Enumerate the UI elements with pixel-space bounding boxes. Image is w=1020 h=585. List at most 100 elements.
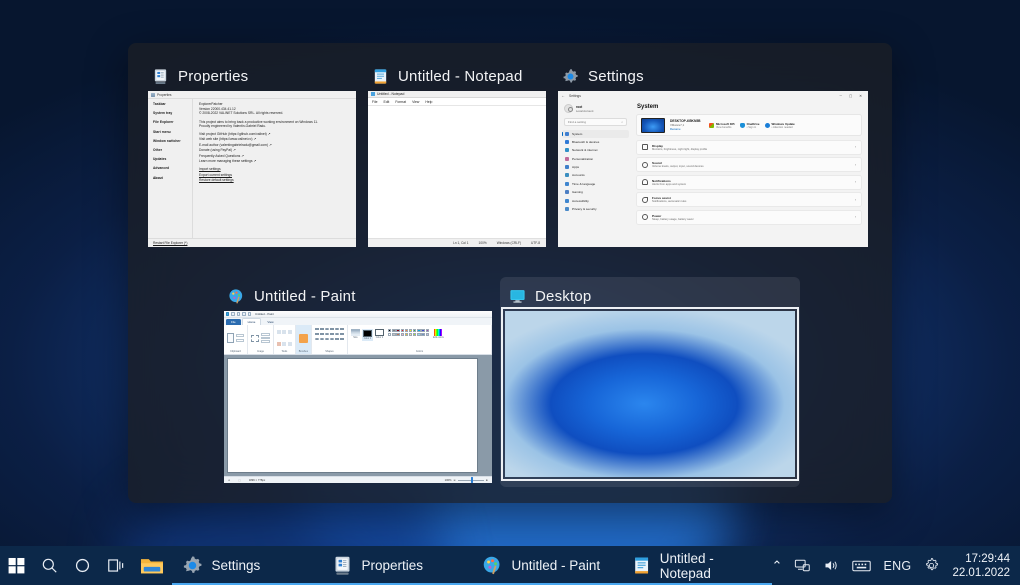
color-picker-tool[interactable]: [282, 342, 286, 346]
palette-swatch[interactable]: [396, 329, 399, 332]
gear-icon[interactable]: [923, 557, 940, 574]
fill-tool[interactable]: [282, 330, 286, 334]
sidebar-item-privacy-security[interactable]: Privacy & security: [562, 205, 629, 213]
shape-rounded-rect[interactable]: [335, 328, 339, 330]
settings-card-sound[interactable]: Sound Volume levels, output, input, soun…: [636, 157, 862, 172]
color-palette[interactable]: [388, 329, 429, 337]
palette-swatch[interactable]: [388, 333, 391, 336]
shape-more[interactable]: [340, 338, 344, 340]
palette-swatch[interactable]: [426, 329, 429, 332]
system-tray[interactable]: ⌃ ENG 17:29:44 22.01.2022: [772, 546, 1020, 585]
switcher-tile-notepad[interactable]: Untitled - Notepad Untitled - Notepad Fi…: [368, 61, 546, 247]
settings-window-preview[interactable]: ← Settings ─ ▢ ✕ root Local: [558, 91, 868, 247]
properties-nav-file-explorer[interactable]: File Explorer: [153, 120, 192, 124]
switcher-tile-desktop[interactable]: Desktop: [500, 277, 800, 487]
palette-swatch[interactable]: [421, 329, 424, 332]
save-icon[interactable]: [231, 312, 234, 315]
brushes-control[interactable]: [299, 327, 308, 350]
volume-icon[interactable]: [823, 558, 840, 573]
palette-swatch[interactable]: [401, 333, 404, 336]
palette-swatch[interactable]: [417, 329, 420, 332]
shape-star[interactable]: [315, 338, 319, 340]
ribbon-group-colors[interactable]: Size Color 1 Color 2: [348, 325, 492, 354]
shape-rect[interactable]: [330, 328, 334, 330]
language-indicator[interactable]: ENG: [883, 559, 911, 573]
link-learn-more[interactable]: Learn more managing these settings ↗: [199, 159, 350, 164]
zoom-slider[interactable]: [458, 480, 484, 481]
palette-swatch[interactable]: [417, 333, 420, 336]
shape-callout[interactable]: [320, 338, 324, 340]
shape-oval[interactable]: [325, 328, 329, 330]
ribbon-group-brushes[interactable]: Brushes: [296, 325, 312, 354]
magnifier-tool[interactable]: [288, 342, 292, 346]
crop-button[interactable]: [261, 333, 270, 336]
shape-heart[interactable]: [325, 338, 329, 340]
resize-button[interactable]: [261, 337, 270, 340]
paint-canvas-area[interactable]: [224, 355, 492, 477]
image-controls[interactable]: [251, 327, 270, 350]
color2-swatch[interactable]: [375, 329, 384, 336]
ribbon-group-image[interactable]: Image: [248, 325, 274, 354]
switcher-tile-settings[interactable]: Settings ← Settings ─ ▢ ✕: [558, 61, 868, 247]
paint-quick-access-toolbar[interactable]: Untitled - Paint: [224, 311, 492, 318]
taskbar-item-file-explorer[interactable]: [132, 546, 172, 585]
badge-windows-update[interactable]: Windows Update • Attention needed: [765, 122, 795, 129]
start-button[interactable]: [0, 546, 33, 585]
properties-nav[interactable]: Taskbar System tray File Explorer Start …: [148, 99, 193, 238]
brushes-button[interactable]: [299, 334, 308, 343]
settings-nav[interactable]: System Bluetooth & devices Network & int…: [562, 130, 629, 214]
shape-triangle[interactable]: [315, 333, 319, 335]
badge-onedrive[interactable]: OneDrive • Sign in: [740, 122, 760, 129]
palette-swatch[interactable]: [405, 333, 408, 336]
copy-button[interactable]: [236, 339, 244, 342]
palette-swatch[interactable]: [421, 333, 424, 336]
eraser-tool[interactable]: [277, 342, 281, 346]
switcher-tile-paint[interactable]: Untitled - Paint Untitled - Paint File H…: [224, 281, 492, 483]
zoom-in-button[interactable]: ⊕: [486, 478, 488, 482]
colors-controls[interactable]: Size Color 1 Color 2: [351, 327, 444, 350]
user-account[interactable]: root Local Account: [564, 104, 629, 113]
action-restore-defaults[interactable]: Restore default settings: [199, 178, 350, 183]
zoom-control[interactable]: 100% ⊖ ⊕: [445, 478, 488, 482]
select-button[interactable]: [251, 335, 259, 342]
shape-curve[interactable]: [320, 328, 324, 330]
tab-home[interactable]: Home: [242, 318, 262, 325]
pencil-tool[interactable]: [277, 330, 281, 334]
zoom-out-button[interactable]: ⊖: [453, 478, 455, 482]
keyboard-icon[interactable]: [852, 559, 871, 573]
ribbon-group-shapes[interactable]: Shapes: [312, 325, 348, 354]
taskbar-item-settings[interactable]: Settings: [172, 546, 322, 585]
palette-swatch[interactable]: [405, 329, 408, 332]
sidebar-item-accessibility[interactable]: Accessibility: [562, 197, 629, 205]
palette-swatch[interactable]: [388, 329, 391, 332]
sidebar-item-time-language[interactable]: Time & language: [562, 180, 629, 188]
paste-button[interactable]: [227, 333, 234, 343]
color1-swatch[interactable]: [363, 330, 372, 337]
window-controls[interactable]: ─ ▢ ✕: [840, 94, 865, 98]
undo-icon[interactable]: [237, 312, 240, 315]
properties-nav-about[interactable]: About: [153, 176, 192, 180]
settings-card-notifications[interactable]: Notifications Alerts from apps and syste…: [636, 175, 862, 190]
properties-nav-advanced[interactable]: Advanced: [153, 166, 192, 170]
sidebar-item-network-internet[interactable]: Network & internet: [562, 146, 629, 154]
desktop-preview[interactable]: [505, 311, 795, 477]
close-button[interactable]: ✕: [859, 94, 862, 98]
maximize-button[interactable]: ▢: [849, 94, 852, 98]
switcher-tile-properties[interactable]: Properties Properties Taskbar System tra…: [148, 61, 356, 247]
shape-arrow[interactable]: [340, 333, 344, 335]
text-tool[interactable]: [288, 330, 292, 334]
palette-swatch[interactable]: [409, 333, 412, 336]
minimize-button[interactable]: ─: [840, 94, 842, 98]
palette-swatch[interactable]: [396, 333, 399, 336]
task-view-button[interactable]: [99, 546, 132, 585]
sidebar-item-accounts[interactable]: Accounts: [562, 171, 629, 179]
properties-nav-other[interactable]: Other: [153, 148, 192, 152]
palette-swatch[interactable]: [413, 329, 416, 332]
customize-icon[interactable]: [248, 312, 251, 315]
settings-card-power[interactable]: Power Sleep, battery usage, battery save…: [636, 210, 862, 225]
clipboard-controls[interactable]: [227, 327, 244, 350]
taskbar-item-paint[interactable]: Untitled - Paint: [472, 546, 622, 585]
shape-right-triangle[interactable]: [320, 333, 324, 335]
settings-card-focus-assist[interactable]: Focus assist Notifications, automatic ru…: [636, 192, 862, 207]
menu-help[interactable]: Help: [425, 100, 432, 104]
